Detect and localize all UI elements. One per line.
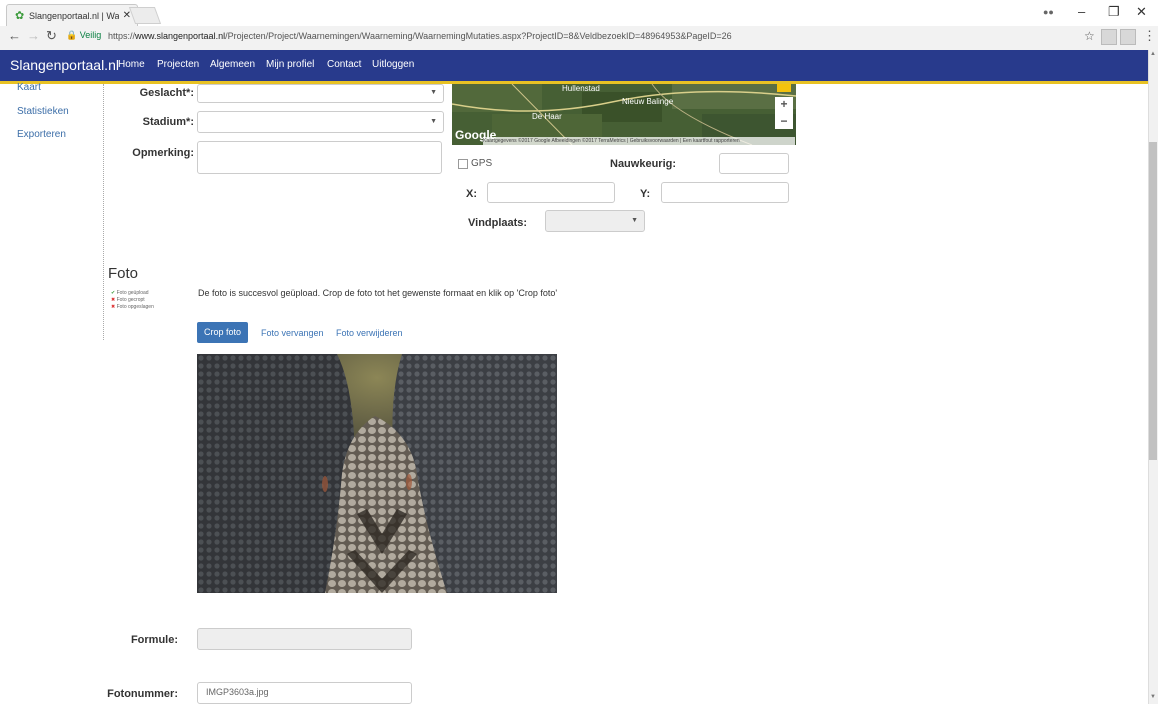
formule-input[interactable]	[197, 628, 412, 650]
opmerking-label: Opmerking:	[132, 147, 194, 159]
lock-icon: 🔒	[66, 30, 78, 40]
browser-tab-strip	[0, 0, 1158, 27]
nav-uitloggen[interactable]: Uitloggen	[372, 59, 414, 70]
opmerking-textarea[interactable]	[197, 141, 442, 174]
map-attribution[interactable]: Kaartgegevens ©2017 Google Afbeeldingen …	[483, 137, 795, 145]
vindplaats-label: Vindplaats:	[468, 217, 528, 229]
delete-photo-link[interactable]: Foto verwijderen	[336, 328, 403, 338]
fotonummer-label: Fotonummer:	[107, 688, 178, 700]
browser-tab[interactable]: ✿ Slangenportaal.nl | Waa ✕	[6, 4, 138, 27]
nauwkeurig-label: Nauwkeurig:	[610, 158, 677, 170]
snake-favicon-icon: ✿	[15, 10, 25, 22]
fotonummer-input[interactable]: IMGP3603a.jpg	[197, 682, 412, 704]
url-prefix: https://	[108, 31, 136, 41]
crop-foto-button[interactable]: Crop foto	[197, 322, 248, 343]
nav-projecten[interactable]: Projecten	[157, 59, 199, 70]
status-label: Foto geüpload	[116, 290, 149, 296]
fotonummer-value: IMGP3603a.jpg	[206, 687, 269, 697]
stadium-label: Stadium*:	[142, 116, 194, 128]
nav-home[interactable]: Home	[118, 59, 145, 70]
zoom-in-icon[interactable]: +	[775, 97, 793, 114]
status-label: Foto gecropt	[116, 297, 145, 303]
status-saved: ✖ Foto opgeslagen	[111, 304, 154, 310]
gps-label: GPS	[471, 158, 493, 169]
scroll-up-icon[interactable]: ▲	[1150, 51, 1156, 57]
status-label: Foto opgeslagen	[116, 304, 154, 310]
cross-icon: ✖	[111, 297, 116, 303]
status-cropped: ✖ Foto gecropt	[111, 297, 145, 303]
vindplaats-select[interactable]: ▼	[545, 210, 645, 232]
minimize-icon[interactable]: –	[1078, 4, 1085, 19]
map-place-label: De Haar	[532, 112, 562, 121]
geslacht-select[interactable]: ▼	[197, 84, 444, 103]
bookmark-star-icon[interactable]: ☆	[1084, 29, 1095, 43]
x-label: X:	[466, 188, 477, 200]
location-map[interactable]: Hullenstad Nieuw Balinge De Haar + −	[452, 84, 796, 145]
foto-heading: Foto	[108, 265, 139, 282]
status-uploaded: ✔ Foto geüpload	[111, 290, 149, 296]
pegman-icon[interactable]	[777, 84, 791, 92]
url-path: /Projecten/Project/Waarnemingen/Waarnemi…	[225, 31, 732, 41]
nav-mijn-profiel[interactable]: Mijn profiel	[266, 59, 314, 70]
secure-label: Veilig	[79, 30, 102, 40]
map-terrain	[452, 84, 796, 145]
browser-menu-icon[interactable]: ⋮	[1143, 28, 1156, 44]
chevron-down-icon: ▼	[631, 217, 638, 224]
x-coordinate-input[interactable]	[487, 182, 615, 203]
extension-icon[interactable]	[1120, 29, 1136, 45]
scrollbar-thumb[interactable]	[1149, 142, 1157, 460]
maximize-icon[interactable]: ❐	[1108, 4, 1120, 20]
map-place-label: Hullenstad	[562, 84, 600, 93]
nauwkeurig-input[interactable]	[719, 153, 789, 174]
chevron-down-icon: ▼	[430, 89, 437, 96]
sidebar-item-kaart[interactable]: Kaart	[17, 82, 41, 93]
url-host: www.slangenportaal.nl	[135, 31, 226, 41]
gps-checkbox[interactable]	[458, 159, 468, 169]
uploaded-photo[interactable]	[197, 354, 557, 593]
snake-photo-image	[197, 354, 557, 593]
nav-algemeen[interactable]: Algemeen	[210, 59, 255, 70]
browser-tab-title: Slangenportaal.nl | Waa	[29, 11, 119, 21]
user-profile-icon[interactable]: ●●	[1043, 7, 1054, 17]
stadium-select[interactable]: ▼	[197, 111, 444, 133]
upload-message: De foto is succesvol geüpload. Crop de f…	[198, 288, 558, 298]
back-arrow-icon[interactable]: ←	[8, 28, 21, 43]
forward-arrow-icon[interactable]: →	[27, 28, 40, 43]
sidebar-divider	[103, 84, 104, 340]
map-place-label: Nieuw Balinge	[622, 97, 674, 106]
url-field[interactable]: https://www.slangenportaal.nl/Projecten/…	[108, 31, 732, 41]
secure-indicator[interactable]: 🔒 Veilig	[66, 30, 101, 41]
sidebar-item-exporteren[interactable]: Exporteren	[17, 129, 66, 140]
sidebar-item-statistieken[interactable]: Statistieken	[17, 106, 69, 117]
nav-contact[interactable]: Contact	[327, 59, 361, 70]
geslacht-label: Geslacht*:	[139, 87, 194, 99]
window-close-icon[interactable]: ✕	[1136, 4, 1147, 20]
site-brand[interactable]: Slangenportaal.nl	[10, 57, 119, 73]
check-icon: ✔	[111, 290, 116, 296]
formule-label: Formule:	[130, 634, 178, 646]
chevron-down-icon: ▼	[430, 118, 437, 125]
scroll-down-icon[interactable]: ▼	[1150, 694, 1156, 700]
y-coordinate-input[interactable]	[661, 182, 789, 203]
extension-icon[interactable]	[1101, 29, 1117, 45]
cross-icon: ✖	[111, 304, 116, 310]
reload-icon[interactable]: ↻	[46, 28, 57, 44]
y-label: Y:	[640, 188, 651, 200]
zoom-out-icon[interactable]: −	[775, 114, 793, 129]
replace-photo-link[interactable]: Foto vervangen	[261, 328, 324, 338]
